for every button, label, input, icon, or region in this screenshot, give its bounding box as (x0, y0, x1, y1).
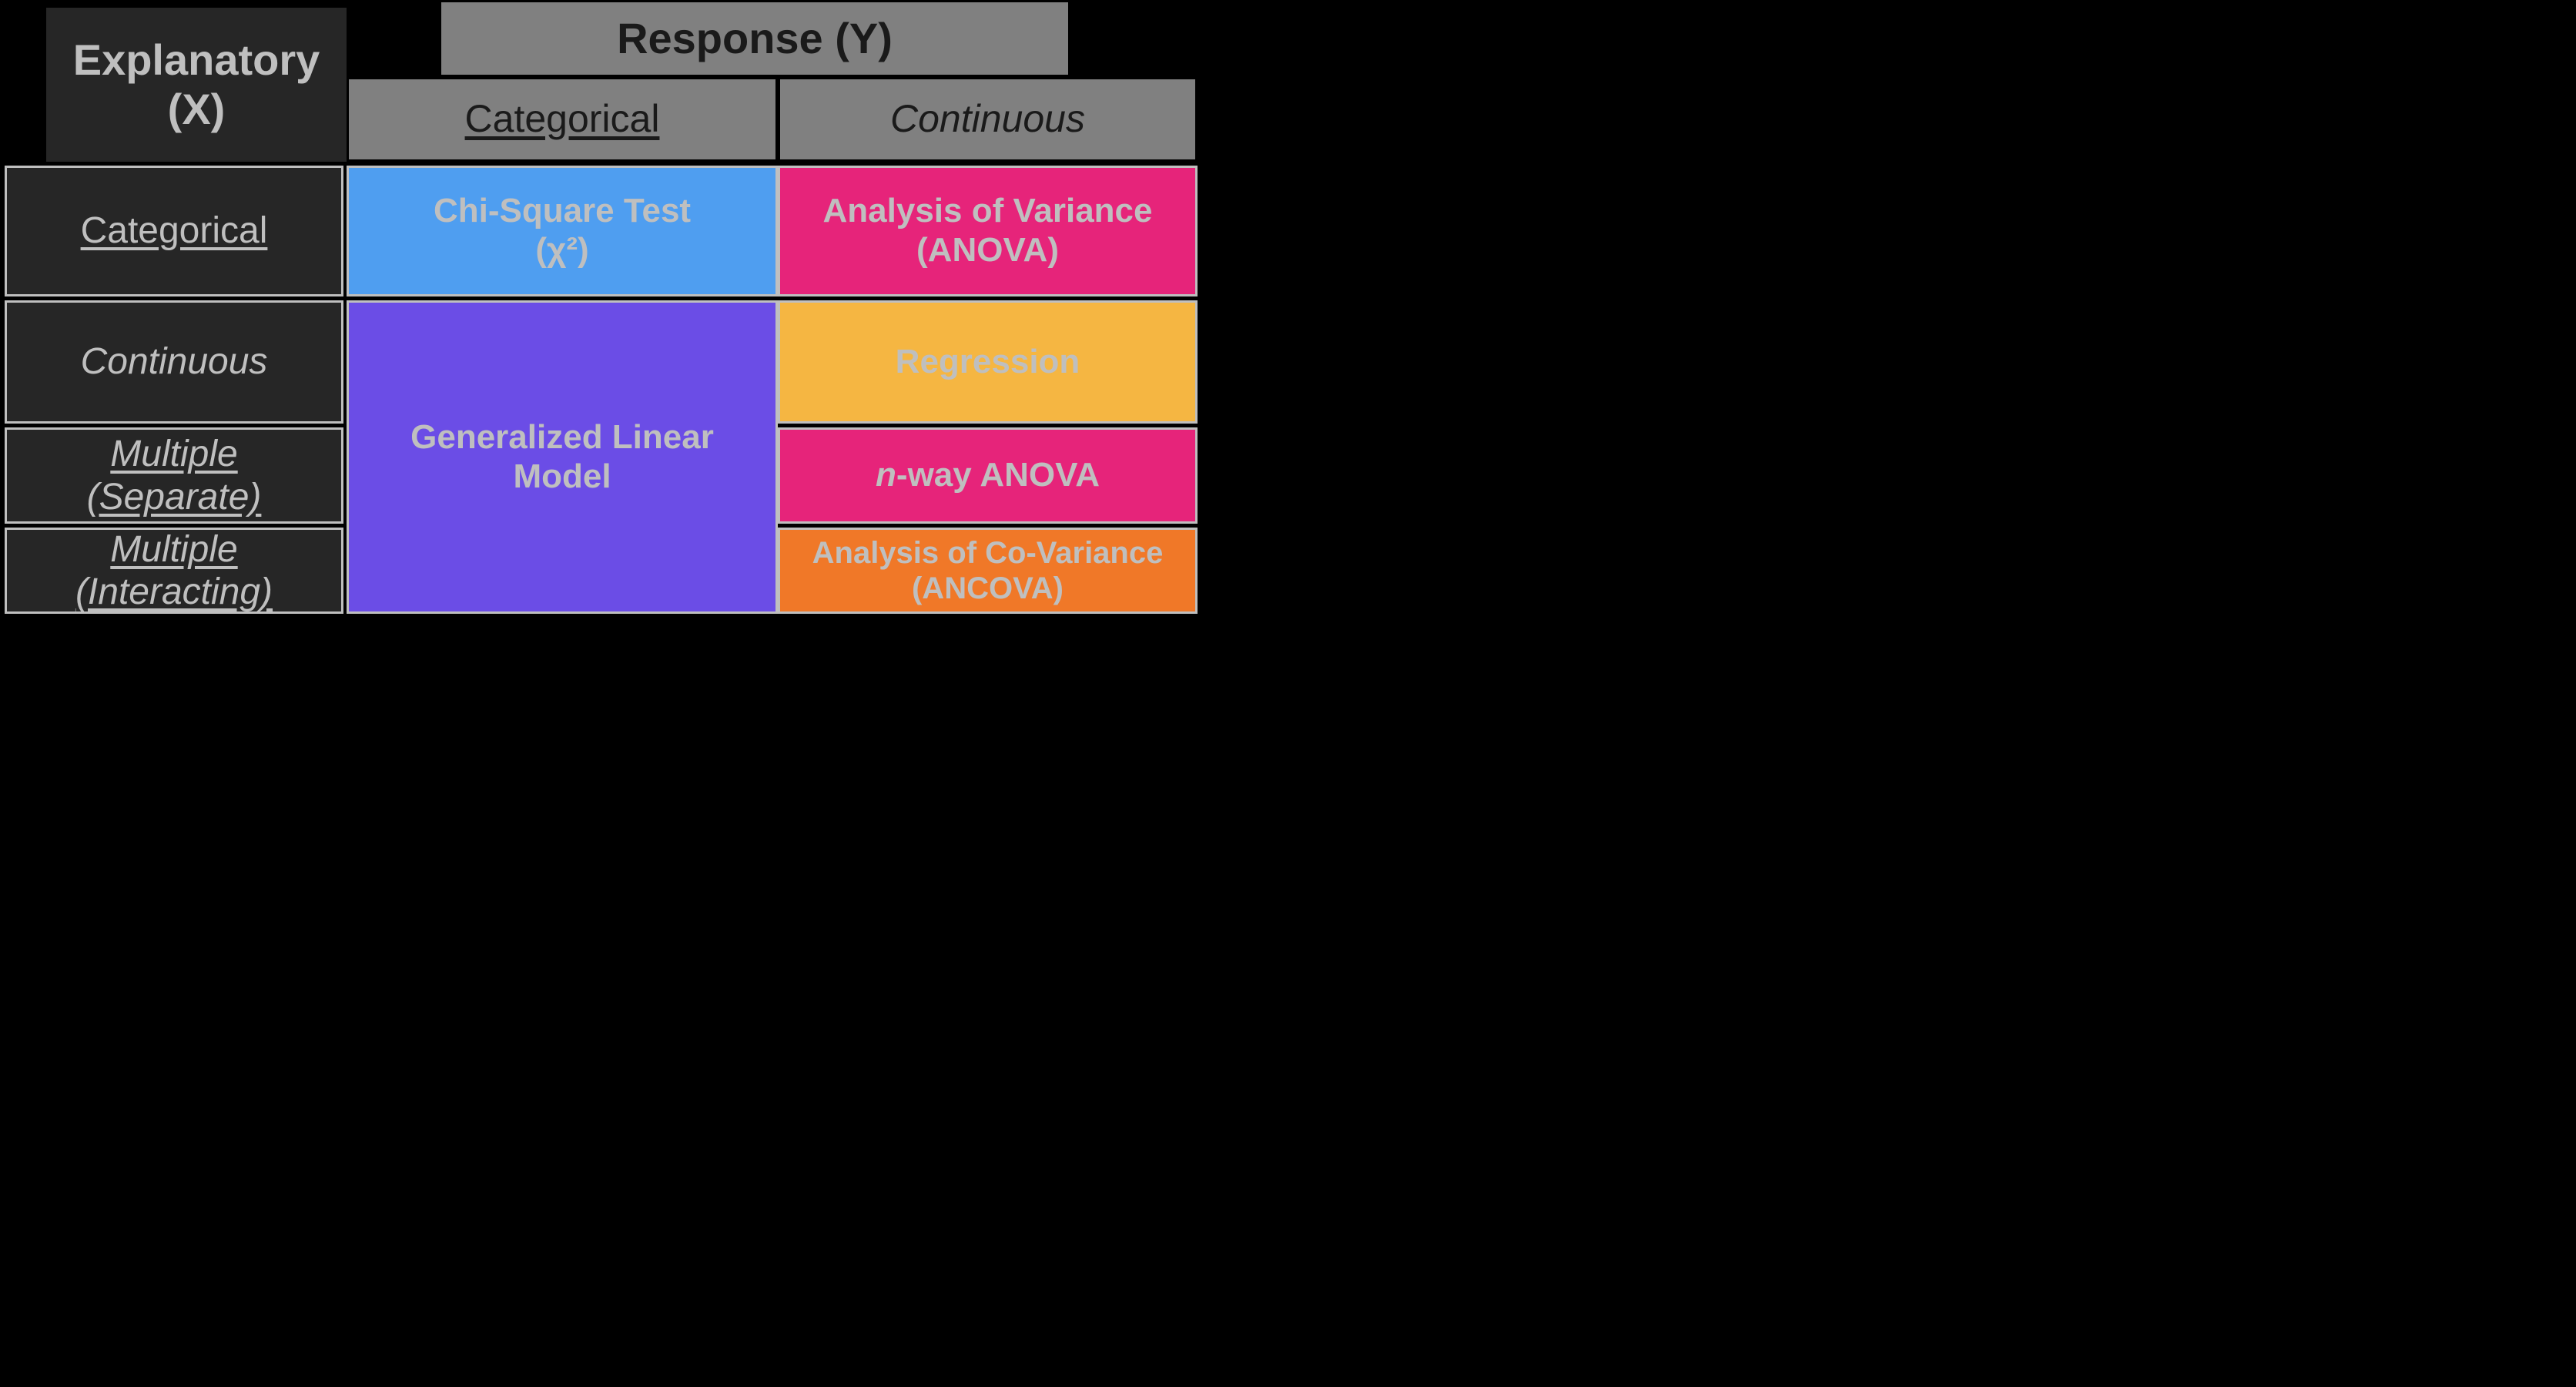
cell-anova: Analysis of Variance (ANOVA) (778, 166, 1198, 296)
row3-l2: (Separate) (87, 476, 262, 518)
col-header-continuous: Continuous (778, 77, 1198, 162)
cell-glm: Generalized Linear Model (347, 300, 778, 614)
header-explanatory: Explanatory (X) (46, 8, 347, 162)
row-header-categorical: Categorical (5, 166, 343, 296)
row-header-continuous: Continuous (5, 300, 343, 424)
ancova-l2: (ANCOVA) (812, 571, 1164, 606)
cell-ancova: Analysis of Co-Variance (ANCOVA) (778, 528, 1198, 614)
chisq-l2: (χ²) (434, 231, 691, 270)
header-response: Response (Y) (439, 0, 1070, 77)
glm-l1: Generalized Linear (410, 418, 714, 457)
row3-l1: Multiple (87, 433, 262, 475)
stats-test-table: Explanatory (X) Response (Y) Categorical… (0, 0, 1199, 617)
col-header-categorical: Categorical (347, 77, 778, 162)
glm-l2: Model (410, 457, 714, 497)
ancova-l1: Analysis of Co-Variance (812, 535, 1164, 571)
header-explanatory-l1: Explanatory (73, 35, 320, 85)
header-explanatory-l2: (X) (73, 85, 320, 134)
chisq-l1: Chi-Square Test (434, 192, 691, 231)
cell-regression: Regression (778, 300, 1198, 424)
nway-n: n (876, 456, 896, 494)
anova-l1: Analysis of Variance (823, 192, 1153, 231)
nway-rest: -way ANOVA (896, 456, 1100, 494)
row-header-multiple-separate: Multiple (Separate) (5, 427, 343, 524)
anova-l2: (ANOVA) (823, 231, 1153, 270)
cell-nway-anova: n-way ANOVA (778, 427, 1198, 524)
row4-l1: Multiple (75, 528, 273, 571)
row4-l2: (Interacting) (75, 571, 273, 613)
row-header-multiple-interacting: Multiple (Interacting) (5, 528, 343, 614)
cell-chi-square: Chi-Square Test (χ²) (347, 166, 778, 296)
